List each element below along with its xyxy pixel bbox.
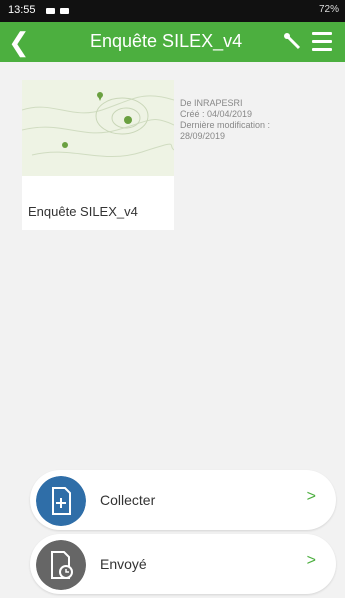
app-bar: ❮ Enquête SILEX_v4 [0, 22, 345, 62]
page-title: Enquête SILEX_v4 [90, 31, 243, 51]
survey-map-thumbnail [22, 80, 174, 176]
back-button[interactable]: ❮ [8, 27, 30, 57]
sent-clock-icon [36, 540, 86, 590]
notification-icon [46, 8, 55, 14]
hamburger-menu-icon[interactable] [312, 32, 332, 56]
survey-metadata: De INRAPESRI Créé : 04/04/2019 Dernière … [180, 98, 270, 142]
add-document-icon [36, 476, 86, 526]
survey-card[interactable]: Enquête SILEX_v4 [22, 80, 174, 230]
survey-modified-date: 28/09/2019 [180, 131, 226, 141]
survey-modified-label: Dernière modification : [180, 120, 271, 130]
sent-button[interactable]: Envoyé > [30, 534, 336, 594]
wrench-icon[interactable] [282, 31, 304, 53]
chevron-right-icon: > [306, 552, 316, 569]
notification-icon [60, 8, 69, 14]
survey-created: Créé : 04/04/2019 [180, 109, 253, 119]
survey-title: Enquête SILEX_v4 [28, 204, 138, 219]
status-time: 13:55 [8, 4, 36, 16]
battery-level: 72% [318, 4, 339, 15]
chevron-right-icon: > [306, 488, 316, 505]
status-bar: 13:55 72% [0, 0, 345, 22]
sent-label: Envoyé [100, 556, 147, 572]
survey-owner: De INRAPESRI [180, 98, 243, 108]
collect-label: Collecter [100, 492, 156, 508]
collect-button[interactable]: Collecter > [30, 470, 336, 530]
